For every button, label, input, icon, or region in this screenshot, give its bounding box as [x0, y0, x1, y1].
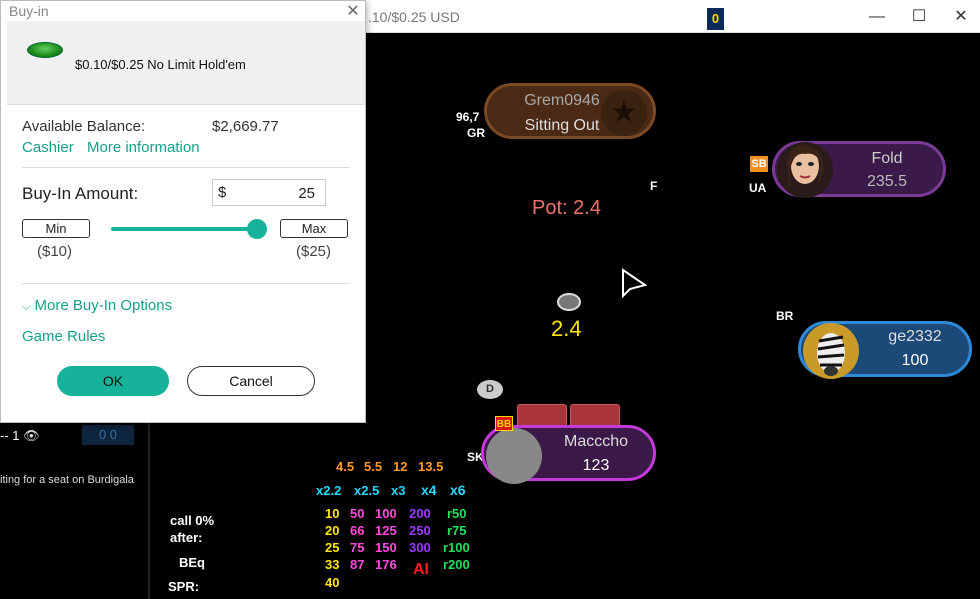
raise-pct[interactable]: r100 [443, 540, 470, 555]
bet-size[interactable]: 12 [393, 459, 407, 474]
close-button[interactable]: ✕ [946, 4, 976, 30]
multiplier[interactable]: x4 [421, 482, 437, 498]
ok-button[interactable]: OK [57, 366, 169, 396]
bet-pct[interactable]: 200 [409, 506, 431, 521]
currency-symbol: $ [218, 184, 227, 201]
multiplier[interactable]: x6 [450, 482, 466, 498]
pot-label: Pot: 2.4 [532, 197, 601, 219]
more-buyin-options-toggle[interactable]: ⌵ More Buy-In Options [22, 297, 172, 314]
mouse-cursor-icon [621, 268, 648, 305]
player-tag: 96,7 [456, 110, 480, 124]
seat-grem0946[interactable]: Grem0946 Sitting Out ★ [484, 83, 656, 139]
balance-value: $2,669.77 [212, 118, 279, 135]
star-avatar-icon: ★ [601, 90, 647, 136]
buyin-amount-field[interactable]: $ [212, 179, 326, 206]
all-in-button[interactable]: AI [413, 561, 429, 579]
player-tag: F [650, 179, 658, 193]
buyin-slider-track[interactable] [111, 227, 257, 231]
poker-client-window: { "window": { "title_fragment": ".10/$0.… [0, 0, 980, 599]
eye-icon: 👁 [23, 428, 40, 443]
dialog-title: Buy-in [9, 3, 49, 19]
waitlist-box[interactable]: 0 0 [82, 425, 134, 445]
player-tag: GR [467, 126, 485, 140]
game-rules-link[interactable]: Game Rules [22, 328, 105, 345]
raise-pct[interactable]: r200 [443, 557, 470, 572]
minimize-button[interactable]: — [862, 4, 892, 30]
chevron-down-icon: ⌵ [22, 301, 31, 313]
call-label: call 0% [170, 513, 215, 528]
raise-pct[interactable]: r50 [447, 506, 467, 521]
seat-macccho[interactable]: Macccho 123 [481, 425, 656, 484]
seat-ge2332[interactable]: ge2332 100 [798, 321, 972, 379]
bet-pct[interactable]: 176 [375, 557, 397, 572]
bet-size[interactable]: 4.5 [336, 459, 354, 474]
bet-pct[interactable]: 125 [375, 523, 397, 538]
bet-pct[interactable]: 33 [325, 557, 339, 572]
divider [22, 167, 350, 168]
small-blind-badge: SB [750, 156, 768, 172]
player-tag: UA [749, 181, 767, 195]
bet-pct[interactable]: 87 [350, 557, 364, 572]
bet-pct[interactable]: 25 [325, 540, 339, 555]
bet-pct[interactable]: 300 [409, 540, 431, 555]
poker-chip-icon [27, 42, 63, 58]
maximize-button[interactable]: ☐ [904, 4, 934, 30]
min-button[interactable]: Min [22, 219, 90, 238]
player-stack: 123 [582, 457, 610, 474]
raise-pct[interactable]: r75 [447, 523, 467, 538]
game-description: $0.10/$0.25 No Limit Hold'em [75, 57, 246, 72]
player-avatar [486, 428, 542, 484]
notification-badge[interactable]: 0 [707, 8, 724, 30]
player-name: ge2332 [888, 328, 942, 345]
dealer-button: D [477, 380, 503, 399]
bet-size[interactable]: 13.5 [418, 459, 443, 474]
bet-pct[interactable]: 75 [350, 540, 364, 555]
multiplier[interactable]: x2.2 [316, 483, 341, 498]
zebra-avatar-icon [803, 323, 859, 379]
observer-count: -- 1 👁 [0, 428, 40, 443]
bet-pct[interactable]: 40 [325, 575, 339, 590]
pot-chip-value: 2.4 [551, 316, 582, 341]
min-value: ($10) [37, 243, 73, 260]
close-icon[interactable]: ✕ [343, 1, 363, 20]
waiting-status-text: iting for a seat on Burdigala [0, 474, 134, 486]
bet-pct[interactable]: 10 [325, 506, 339, 521]
cashier-link[interactable]: Cashier [22, 139, 74, 156]
cancel-button[interactable]: Cancel [187, 366, 315, 396]
buyin-amount-input[interactable] [235, 183, 315, 203]
balance-label: Available Balance: [22, 118, 146, 135]
buyin-amount-label: Buy-In Amount: [22, 184, 139, 203]
after-label: after: [170, 530, 203, 545]
player-avatar [777, 142, 833, 198]
player-stack: 235.5 [866, 173, 908, 190]
bet-size[interactable]: 5.5 [364, 459, 382, 474]
player-stack: 100 [901, 352, 929, 369]
more-information-link[interactable]: More information [87, 139, 200, 156]
beq-label: BEq [179, 555, 205, 570]
bet-pct[interactable]: 250 [409, 523, 431, 538]
multiplier[interactable]: x3 [391, 483, 405, 498]
max-button[interactable]: Max [280, 219, 348, 238]
seat-fold[interactable]: Fold 235.5 [772, 141, 946, 198]
player-name: Macccho [563, 433, 629, 450]
player-tag: BR [776, 309, 794, 323]
bet-pct[interactable]: 20 [325, 523, 339, 538]
buyin-dialog: Buy-in ✕ $0.10/$0.25 No Limit Hold'em Av… [0, 0, 366, 423]
bet-pct[interactable]: 66 [350, 523, 364, 538]
buyin-slider-handle[interactable] [247, 219, 267, 239]
bet-pct[interactable]: 100 [375, 506, 397, 521]
multiplier[interactable]: x2.5 [354, 483, 379, 498]
spr-label: SPR: [168, 579, 200, 594]
pot-chip-icon [557, 293, 581, 311]
bet-pct[interactable]: 50 [350, 506, 364, 521]
big-blind-badge: BB [495, 416, 513, 431]
bet-pct[interactable]: 150 [375, 540, 397, 555]
divider [22, 283, 350, 284]
player-action: Fold [871, 150, 903, 167]
max-value: ($25) [296, 243, 332, 260]
window-title: .10/$0.25 USD [368, 9, 460, 25]
